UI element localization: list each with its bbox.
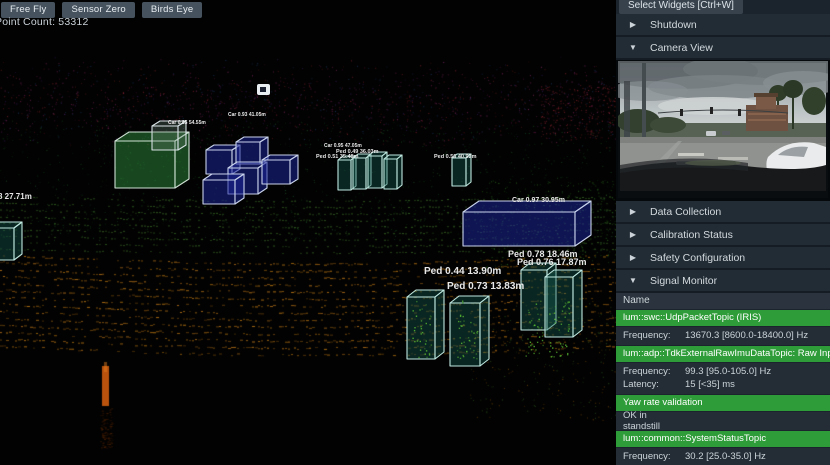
metric-value: 30.2 [25.0-35.0] Hz xyxy=(685,451,766,462)
signal-name-header: Name xyxy=(616,293,830,309)
metric-key: OK in standstill xyxy=(623,410,685,432)
section-safety-configuration[interactable]: ▶Safety Configuration xyxy=(616,247,830,270)
signal-metrics-row: Frequency:99.3 [95.0-105.0] HzLatency:15… xyxy=(616,363,830,394)
select-widgets-button[interactable]: Select Widgets [Ctrl+W] xyxy=(619,0,743,14)
bbox-ped-edge xyxy=(0,222,22,260)
section-label: Safety Configuration xyxy=(650,252,745,264)
detection-label: Car 0.95 47.05m xyxy=(324,143,362,149)
bbox-ped xyxy=(384,155,402,189)
widget-sections: ▶Shutdown▼Camera View xyxy=(616,14,830,465)
detection-label: Car 0.97 30.95m xyxy=(512,197,565,204)
detection-label: Ped 0.49 36.03m xyxy=(336,149,379,155)
section-label: Camera View xyxy=(650,42,713,54)
widget-sidebar: Select Widgets [Ctrl+W] ▶Shutdown▼Camera… xyxy=(616,0,830,465)
metric-value: 13670.3 [8600.0-18400.0] Hz xyxy=(685,330,808,341)
bbox-car xyxy=(203,174,244,204)
bbox-car-near xyxy=(463,201,591,246)
metric-value: 15 [<35] ms xyxy=(685,379,735,390)
point-count-label: Point Count: 53312 xyxy=(0,16,89,28)
detection-label: Ped 0.56 40.92m xyxy=(434,154,477,160)
chevron-right-icon: ▶ xyxy=(616,230,650,239)
section-label: Calibration Status xyxy=(650,229,733,241)
metric-key: Frequency: xyxy=(623,451,685,462)
camera-image xyxy=(618,61,828,198)
signal-topic-row: lum::adp::TdkExternalRawImuDataTopic: Ra… xyxy=(616,346,830,362)
chevron-right-icon: ▶ xyxy=(616,253,650,262)
bbox-ped-near xyxy=(545,270,582,337)
signal-topic-row: lum::swc::UdpPacketTopic (IRIS) xyxy=(616,310,830,326)
chevron-down-icon: ▼ xyxy=(616,276,650,285)
section-label: Data Collection xyxy=(650,206,721,218)
chevron-down-icon: ▼ xyxy=(616,43,650,52)
section-label: Shutdown xyxy=(650,19,697,31)
chevron-right-icon: ▶ xyxy=(616,207,650,216)
sensor-marker-icon xyxy=(257,84,270,95)
metric-key: Latency: xyxy=(623,379,685,390)
signal-metrics-row: Frequency:30.2 [25.0-35.0] HzLatency:12 … xyxy=(616,448,830,465)
detection-label: Car 0.93 41.05m xyxy=(228,112,266,118)
signal-monitor-list: Namelum::swc::UdpPacketTopic (IRIS)Frequ… xyxy=(616,293,830,465)
section-signal-monitor[interactable]: ▼Signal Monitor xyxy=(616,270,830,293)
signal-metrics-row: OK in standstill xyxy=(616,412,830,430)
app-window: Ped 0.44 13.90mPed 0.73 13.83mPed 0.78 1… xyxy=(0,0,830,465)
birds-eye-button[interactable]: Birds Eye xyxy=(142,2,202,18)
detection-label: Ped 0.76 17.87m xyxy=(517,257,587,267)
metric-value: 99.3 [95.0-105.0] Hz xyxy=(685,366,771,377)
metric-key: Frequency: xyxy=(623,330,685,341)
bbox-ped-near xyxy=(450,296,489,366)
detection-label: Ped 0.73 13.83m xyxy=(447,281,524,292)
section-calibration-status[interactable]: ▶Calibration Status xyxy=(616,224,830,247)
detection-overlay: Ped 0.44 13.90mPed 0.73 13.83mPed 0.78 1… xyxy=(0,0,616,465)
bbox-car xyxy=(262,155,298,184)
pointcloud-viewport[interactable]: Ped 0.44 13.90mPed 0.73 13.83mPed 0.78 1… xyxy=(0,0,616,465)
signal-topic-row: lum::common::SystemStatusTopic xyxy=(616,431,830,447)
section-label: Signal Monitor xyxy=(650,275,717,287)
section-data-collection[interactable]: ▶Data Collection xyxy=(616,201,830,224)
camera-view-panel xyxy=(616,60,830,201)
chevron-right-icon: ▶ xyxy=(616,20,650,29)
detection-label: Car 0.85 54.55m xyxy=(168,120,206,126)
metric-key: Frequency: xyxy=(623,366,685,377)
section-shutdown[interactable]: ▶Shutdown xyxy=(616,14,830,37)
signal-metrics-row: Frequency:13670.3 [8600.0-18400.0] Hz xyxy=(616,327,830,345)
detection-label: 8 27.71m xyxy=(0,192,32,201)
detection-label: Ped 0.44 13.90m xyxy=(424,266,501,277)
section-camera-view[interactable]: ▼Camera View xyxy=(616,37,830,60)
